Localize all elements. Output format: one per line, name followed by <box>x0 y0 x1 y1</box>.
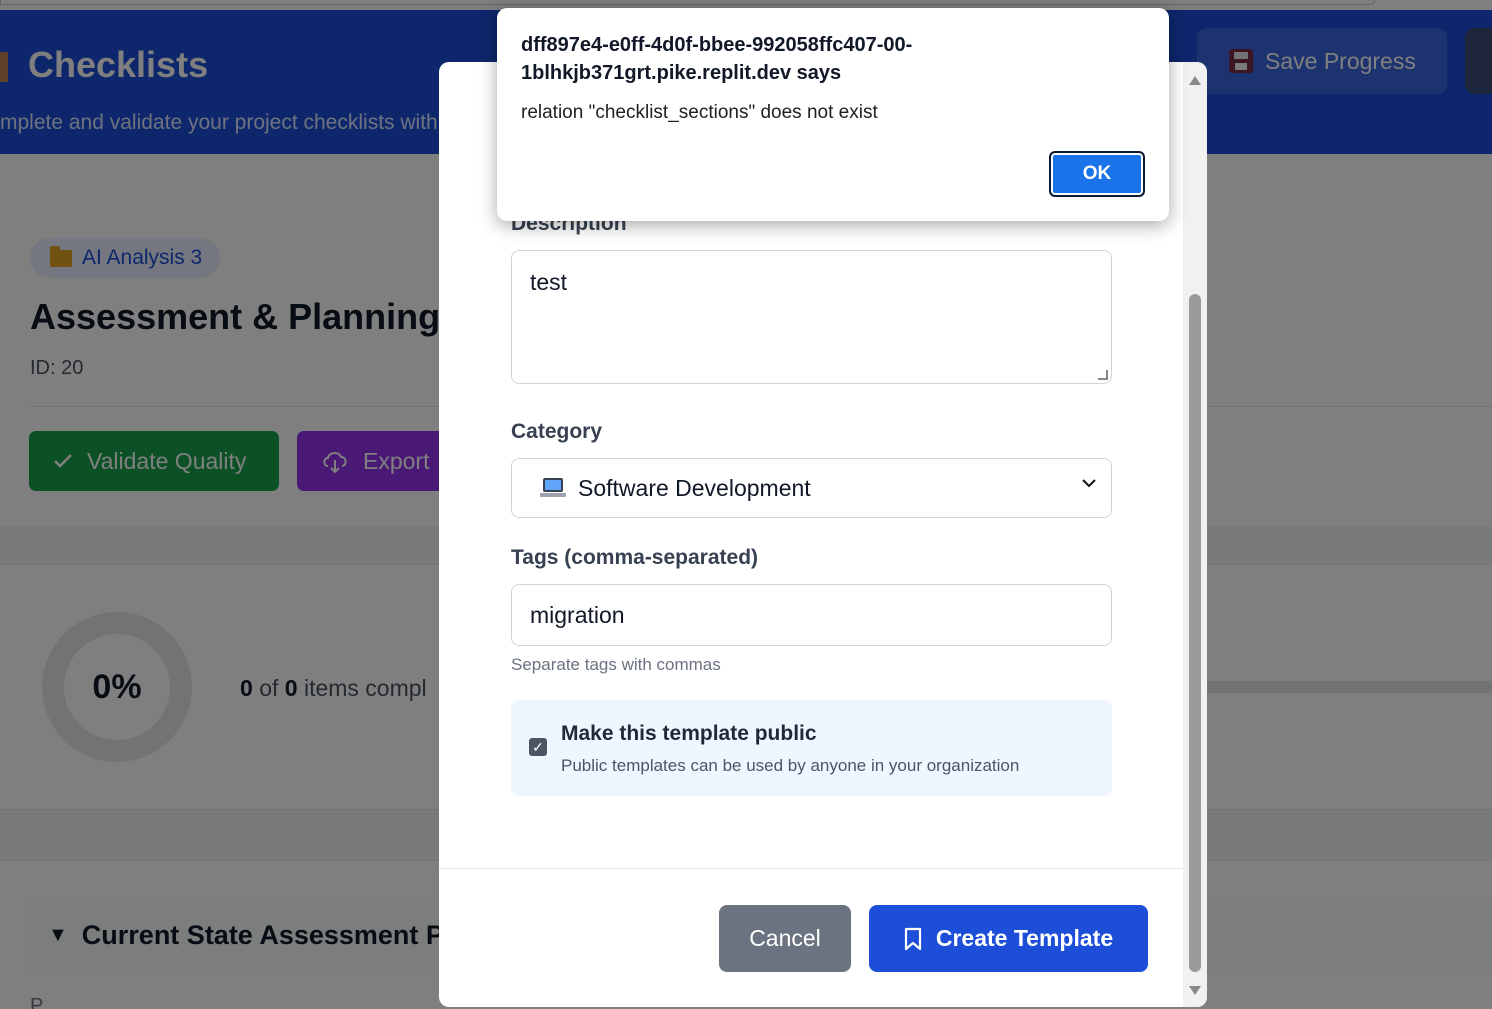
description-textarea[interactable]: test <box>511 250 1112 384</box>
tags-hint: Separate tags with commas <box>511 655 721 674</box>
resize-handle-icon[interactable] <box>1098 370 1108 380</box>
bookmark-icon <box>904 927 921 950</box>
browser-alert-dialog: dff897e4-e0ff-4d0f-bbee-992058ffc407-00-… <box>497 8 1169 221</box>
category-select[interactable]: Software Development <box>511 458 1112 518</box>
public-subtitle: Public templates can be used by anyone i… <box>561 756 1020 775</box>
scroll-up-arrow-icon[interactable] <box>1189 76 1201 85</box>
alert-title: dff897e4-e0ff-4d0f-bbee-992058ffc407-00-… <box>521 34 913 84</box>
alert-ok-button[interactable]: OK <box>1049 151 1145 197</box>
modal-footer-divider <box>439 868 1183 869</box>
public-option[interactable]: ✓ Make this template public Public templ… <box>511 700 1112 796</box>
modal-scrollbar[interactable] <box>1183 62 1207 1007</box>
tags-label: Tags (comma-separated) <box>511 546 759 569</box>
scrollbar-thumb[interactable] <box>1189 294 1201 972</box>
cancel-button[interactable]: Cancel <box>719 905 851 972</box>
scroll-down-arrow-icon[interactable] <box>1189 986 1201 995</box>
public-title: Make this template public <box>561 722 817 745</box>
category-value: Software Development <box>578 474 811 501</box>
tags-value: migration <box>530 601 625 628</box>
public-checkbox[interactable]: ✓ <box>529 738 547 756</box>
category-label: Category <box>511 420 603 443</box>
chevron-down-icon <box>1082 479 1096 488</box>
create-template-button[interactable]: Create Template <box>869 905 1148 972</box>
alert-message: relation "checklist_sections" does not e… <box>521 102 878 123</box>
tags-input[interactable]: migration <box>511 584 1112 646</box>
laptop-icon <box>540 478 566 498</box>
create-template-label: Create Template <box>935 925 1114 951</box>
description-value: test <box>530 269 568 295</box>
